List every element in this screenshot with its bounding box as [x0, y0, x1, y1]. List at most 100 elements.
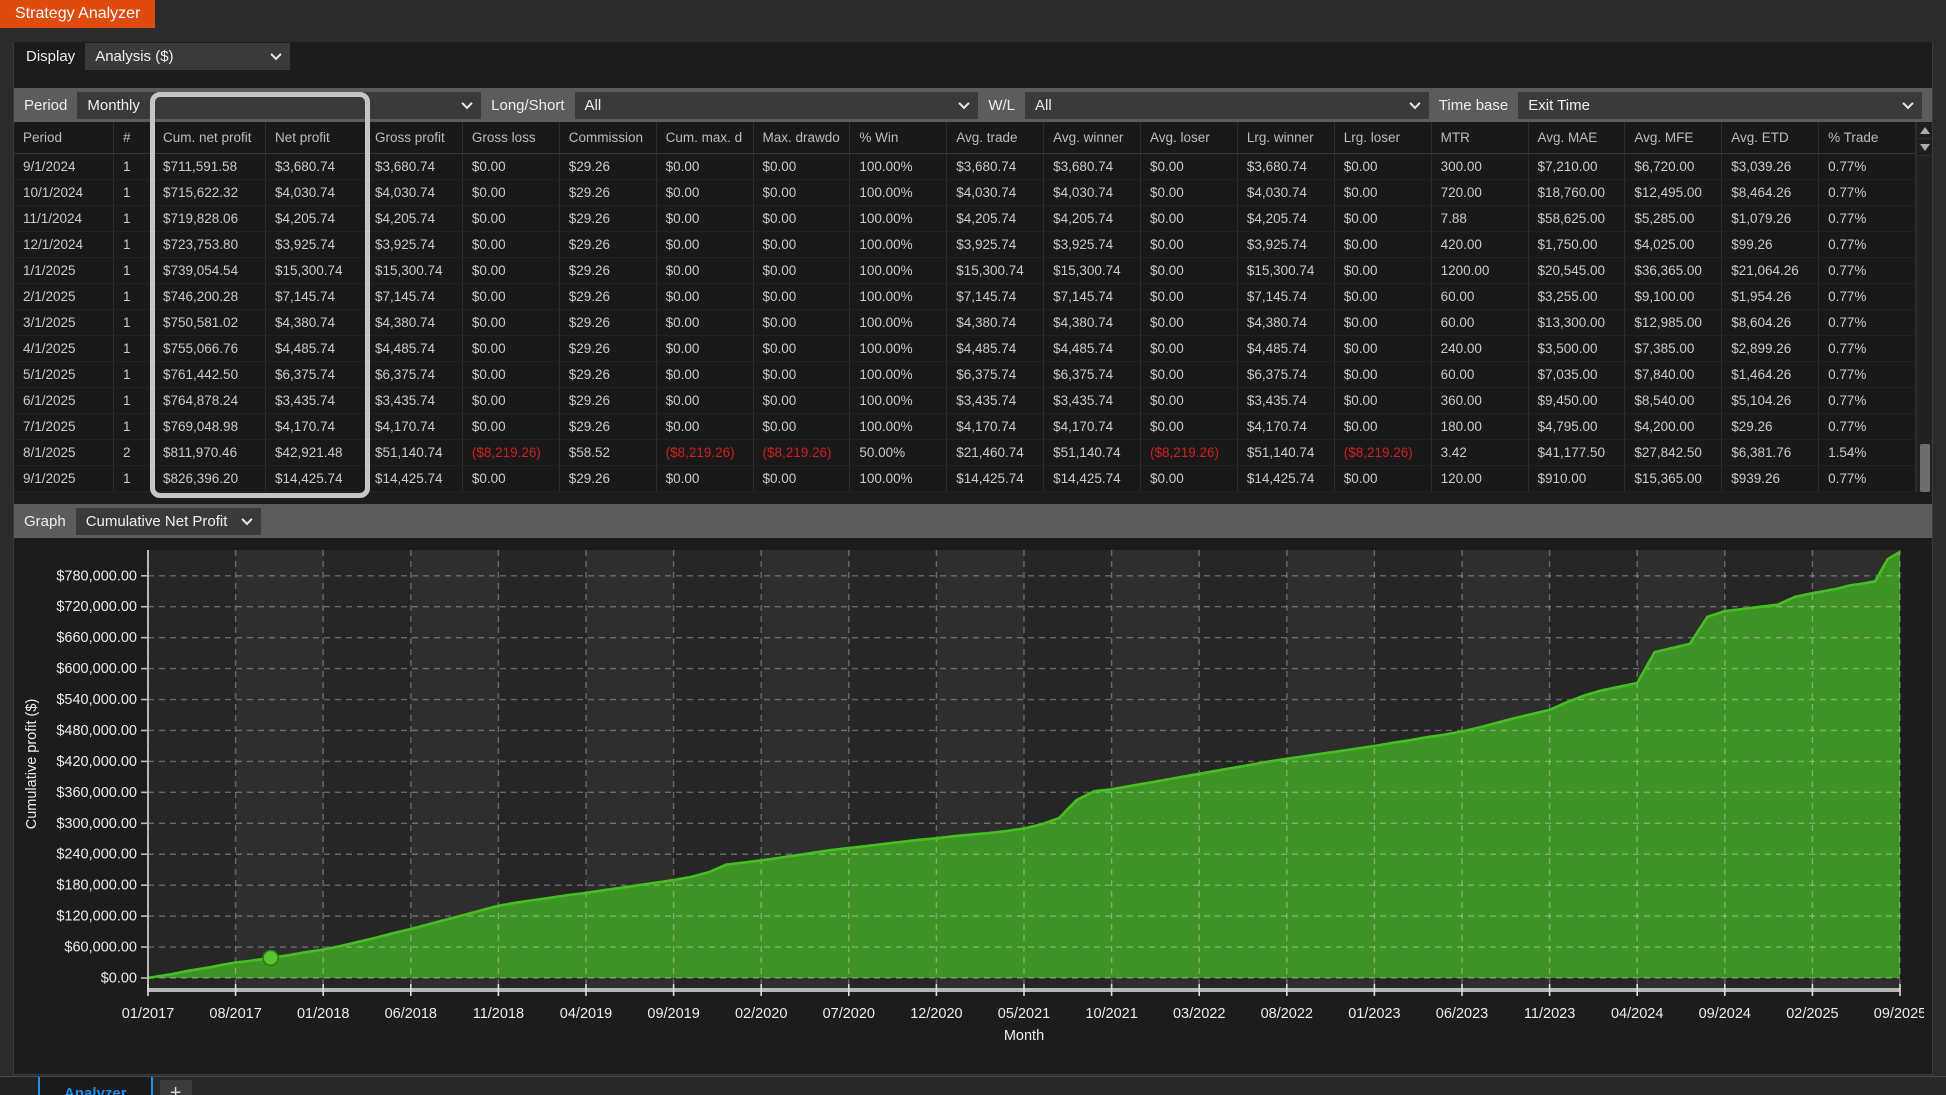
column-header[interactable]: Gross profit [366, 122, 463, 154]
table-cell: $811,970.46 [154, 440, 266, 466]
period-dropdown-value: Monthly [87, 97, 140, 114]
display-dropdown[interactable]: Analysis ($) [85, 43, 290, 70]
strategy-analyzer-tab[interactable]: Strategy Analyzer [0, 0, 155, 28]
table-row[interactable]: 9/1/20241$711,591.58$3,680.74$3,680.74$0… [14, 154, 1916, 180]
column-header[interactable]: Commission [560, 122, 657, 154]
table-cell: $769,048.98 [154, 414, 266, 440]
table-cell: $0.00 [657, 258, 754, 284]
table-row[interactable]: 5/1/20251$761,442.50$6,375.74$6,375.74$0… [14, 362, 1916, 388]
table-cell: $1,464.26 [1722, 362, 1819, 388]
table-cell: $0.00 [1141, 232, 1238, 258]
table-cell: 6/1/2025 [14, 388, 114, 414]
table-cell: $41,177.50 [1529, 440, 1626, 466]
column-header[interactable]: Cum. max. d [657, 122, 754, 154]
scrollbar-thumb[interactable] [1920, 444, 1930, 492]
table-cell: 1 [114, 388, 154, 414]
table-cell: $0.00 [754, 206, 851, 232]
table-cell: $15,365.00 [1625, 466, 1722, 492]
cumulative-profit-chart: $0.00$60,000.00$120,000.00$180,000.00$24… [14, 542, 1932, 1059]
column-header[interactable]: Avg. trade [947, 122, 1044, 154]
table-row[interactable]: 1/1/20251$739,054.54$15,300.74$15,300.74… [14, 258, 1916, 284]
table-row[interactable]: 12/1/20241$723,753.80$3,925.74$3,925.74$… [14, 232, 1916, 258]
table-row[interactable]: 8/1/20252$811,970.46$42,921.48$51,140.74… [14, 440, 1916, 466]
table-row[interactable]: 11/1/20241$719,828.06$4,205.74$4,205.74$… [14, 206, 1916, 232]
table-cell: $0.00 [1335, 154, 1432, 180]
table-cell: ($8,219.26) [463, 440, 560, 466]
table-cell: $2,899.26 [1722, 336, 1819, 362]
wl-dropdown-value: All [1035, 97, 1052, 114]
table-cell: $0.00 [754, 180, 851, 206]
table-cell: $21,064.26 [1722, 258, 1819, 284]
column-header[interactable]: Lrg. winner [1238, 122, 1335, 154]
table-cell: $4,170.74 [366, 414, 463, 440]
window-titlebar: Strategy Analyzer [0, 0, 1946, 28]
table-cell: $29.26 [560, 414, 657, 440]
scroll-up-button[interactable] [1917, 122, 1932, 139]
table-cell: $711,591.58 [154, 154, 266, 180]
table-row[interactable]: 6/1/20251$764,878.24$3,435.74$3,435.74$0… [14, 388, 1916, 414]
column-header[interactable]: Max. drawdo [754, 122, 851, 154]
table-cell: $939.26 [1722, 466, 1819, 492]
table-cell: ($8,219.26) [1335, 440, 1432, 466]
table-cell: $6,375.74 [266, 362, 366, 388]
table-cell: $0.00 [1141, 388, 1238, 414]
table-cell: 60.00 [1432, 284, 1529, 310]
longshort-dropdown[interactable]: All [575, 92, 979, 119]
graph-bar: Graph Cumulative Net Profit [14, 504, 1932, 538]
period-label: Period [24, 97, 67, 114]
chevron-down-icon [1902, 98, 1913, 109]
table-cell: 1 [114, 258, 154, 284]
table-cell: $0.00 [1335, 466, 1432, 492]
table-row[interactable]: 9/1/20251$826,396.20$14,425.74$14,425.74… [14, 466, 1916, 492]
column-header[interactable]: Avg. ETD [1722, 122, 1819, 154]
table-cell: $6,375.74 [947, 362, 1044, 388]
table-cell: 2 [114, 440, 154, 466]
column-header[interactable]: # [114, 122, 154, 154]
table-cell: $3,680.74 [366, 154, 463, 180]
table-row[interactable]: 3/1/20251$750,581.02$4,380.74$4,380.74$0… [14, 310, 1916, 336]
table-cell: 100.00% [850, 388, 947, 414]
table-cell: $0.00 [1141, 362, 1238, 388]
table-cell: $4,485.74 [1044, 336, 1141, 362]
table-cell: $6,375.74 [366, 362, 463, 388]
table-scrollbar[interactable] [1916, 122, 1932, 492]
table-cell: $4,205.74 [947, 206, 1044, 232]
column-header[interactable]: Period [14, 122, 114, 154]
table-cell: $4,380.74 [1044, 310, 1141, 336]
column-header[interactable]: Cum. net profit [154, 122, 266, 154]
table-cell: $715,622.32 [154, 180, 266, 206]
table-cell: $0.00 [754, 414, 851, 440]
performance-table: Period#Cum. net profitNet profitGross pr… [14, 122, 1932, 492]
table-cell: 50.00% [850, 440, 947, 466]
table-row[interactable]: 10/1/20241$715,622.32$4,030.74$4,030.74$… [14, 180, 1916, 206]
column-header[interactable]: Avg. MFE [1625, 122, 1722, 154]
table-cell: $746,200.28 [154, 284, 266, 310]
table-row[interactable]: 2/1/20251$746,200.28$7,145.74$7,145.74$0… [14, 284, 1916, 310]
scroll-down-button[interactable] [1917, 139, 1932, 156]
period-dropdown[interactable]: Monthly [77, 92, 481, 119]
svg-text:09/2025: 09/2025 [1874, 1006, 1924, 1022]
table-row[interactable]: 4/1/20251$755,066.76$4,485.74$4,485.74$0… [14, 336, 1916, 362]
triangle-up-icon [1920, 127, 1930, 134]
column-header[interactable]: Avg. MAE [1529, 122, 1626, 154]
table-cell: $4,205.74 [1044, 206, 1141, 232]
column-header[interactable]: Avg. winner [1044, 122, 1141, 154]
graph-dropdown[interactable]: Cumulative Net Profit [76, 508, 261, 535]
column-header[interactable]: % Trade [1819, 122, 1916, 154]
column-header[interactable]: MTR [1432, 122, 1529, 154]
table-row[interactable]: 7/1/20251$769,048.98$4,170.74$4,170.74$0… [14, 414, 1916, 440]
svg-text:$780,000.00: $780,000.00 [56, 568, 137, 584]
svg-text:$420,000.00: $420,000.00 [56, 754, 137, 770]
table-cell: 720.00 [1432, 180, 1529, 206]
timebase-dropdown[interactable]: Exit Time [1518, 92, 1922, 119]
column-header[interactable]: Gross loss [463, 122, 560, 154]
column-header[interactable]: Lrg. loser [1335, 122, 1432, 154]
column-header[interactable]: Avg. loser [1141, 122, 1238, 154]
table-cell: 100.00% [850, 362, 947, 388]
add-tab-button[interactable]: + [160, 1080, 192, 1095]
table-cell: $27,842.50 [1625, 440, 1722, 466]
column-header[interactable]: % Win [850, 122, 947, 154]
column-header[interactable]: Net profit [266, 122, 366, 154]
tab-analyzer[interactable]: Analyzer [40, 1077, 151, 1095]
wl-dropdown[interactable]: All [1025, 92, 1429, 119]
